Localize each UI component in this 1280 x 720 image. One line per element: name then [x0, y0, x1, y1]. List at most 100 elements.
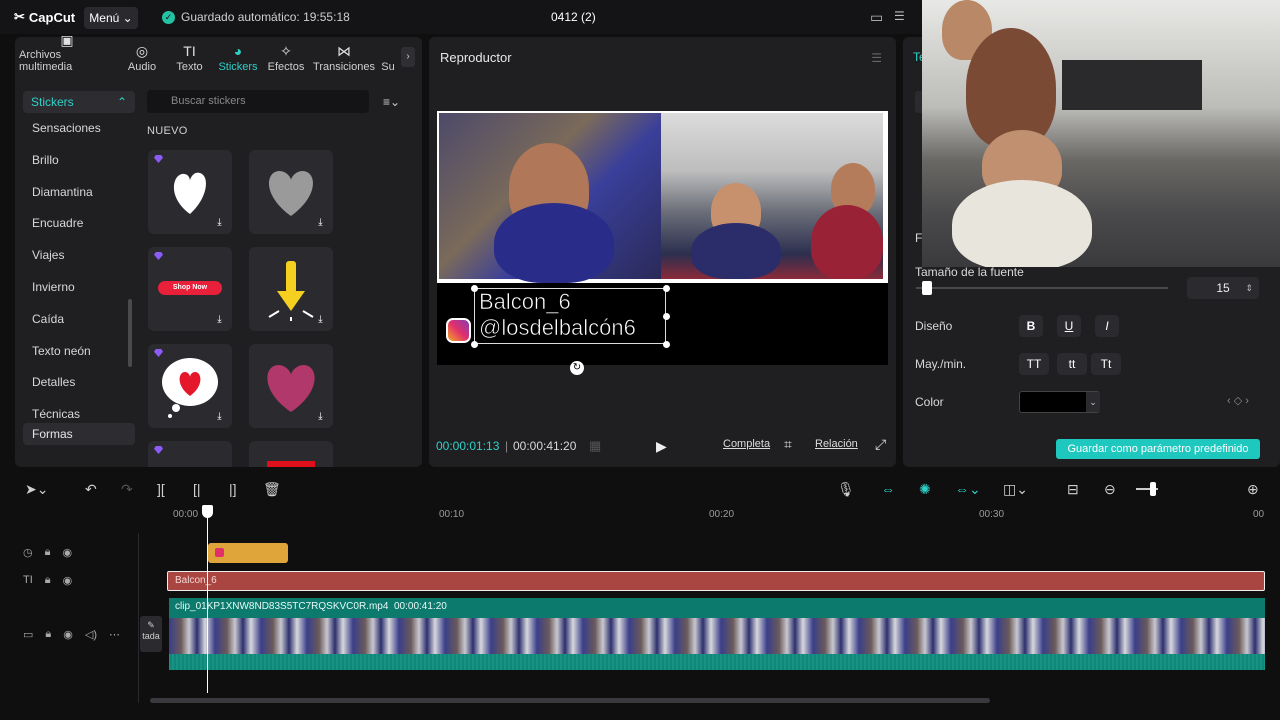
video-clip[interactable]: clip_01KP1XNW8ND83S5TC7RQSKVC0R.mp4 00:0…: [169, 598, 1265, 670]
tab-effects[interactable]: ✧ Efectos: [262, 37, 310, 73]
tab-subtitles[interactable]: Su: [378, 37, 398, 73]
lowercase-button[interactable]: tt: [1057, 353, 1087, 375]
uppercase-button[interactable]: TT: [1019, 353, 1049, 375]
category-item-selected[interactable]: Formas: [23, 423, 135, 446]
font-size-input[interactable]: 15 ⇕: [1187, 277, 1259, 299]
filter-icon[interactable]: ≡⌄: [383, 95, 400, 109]
resize-handle[interactable]: [471, 285, 478, 292]
rotate-icon[interactable]: ↻: [570, 361, 584, 375]
ratio-button[interactable]: Relación: [815, 438, 858, 450]
italic-button[interactable]: I: [1095, 315, 1119, 337]
microphone-icon[interactable]: 🎙: [837, 481, 855, 498]
tab-stickers[interactable]: ◕ Stickers: [214, 37, 262, 73]
category-item[interactable]: Técnicas: [23, 399, 135, 421]
project-title[interactable]: 0412 (2): [551, 10, 596, 24]
zoom-out-icon[interactable]: ⊖: [1104, 481, 1116, 498]
resize-handle[interactable]: [663, 313, 670, 320]
text-clip[interactable]: Balcon_6: [167, 571, 1265, 591]
search-input[interactable]: Buscar stickers: [147, 90, 369, 113]
sticker-white-heart[interactable]: ⤓: [148, 150, 232, 234]
sticker-yellow-arrow[interactable]: ⤓: [249, 247, 333, 331]
categories-scrollbar[interactable]: [128, 299, 132, 367]
color-picker[interactable]: ⌄: [1019, 391, 1100, 413]
category-item[interactable]: Brillo: [23, 145, 135, 177]
zoom-slider-knob[interactable]: [1150, 482, 1156, 496]
speaker-icon[interactable]: ◁): [85, 628, 97, 641]
timeline-ruler[interactable]: 00:00 00:10 00:20 00:30 00: [140, 505, 1280, 525]
download-icon[interactable]: ⤓: [314, 313, 327, 326]
download-icon[interactable]: ⤓: [213, 410, 226, 423]
save-preset-button[interactable]: Guardar como parámetro predefinido: [1056, 439, 1260, 459]
play-icon[interactable]: ▶: [656, 438, 667, 455]
font-size-slider-knob[interactable]: [922, 281, 932, 295]
tab-audio[interactable]: ◎ Audio: [119, 37, 165, 73]
sticker-grey-heart[interactable]: ⤓: [249, 150, 333, 234]
sticker-heart-cloud[interactable]: ⤓: [148, 344, 232, 428]
timeline-scrollbar[interactable]: [150, 698, 990, 703]
resize-handle[interactable]: [663, 341, 670, 348]
font-size-slider[interactable]: [916, 287, 1168, 289]
eye-icon[interactable]: ◉: [63, 628, 73, 641]
trim-right-icon[interactable]: |]: [229, 481, 237, 497]
delete-icon[interactable]: 🗑: [263, 481, 281, 498]
crop-icon[interactable]: ⌗: [784, 436, 792, 453]
tabs-next-arrow[interactable]: ›: [401, 47, 415, 67]
tab-media[interactable]: ▣ Archivos multimedia: [15, 32, 119, 73]
stepper-icon[interactable]: ⇕: [1245, 277, 1253, 299]
sticker-tile[interactable]: [148, 441, 232, 467]
download-icon[interactable]: ⤓: [314, 410, 327, 423]
magnet-icon[interactable]: ✺: [919, 481, 931, 498]
sticker-pink-heart[interactable]: ⤓: [249, 344, 333, 428]
snap-icon[interactable]: ⇔⌄: [955, 481, 981, 498]
text-overlay-box[interactable]: Balcon_6 @losdelbalcón6: [474, 288, 666, 344]
category-item[interactable]: Texto neón: [23, 336, 135, 368]
lock-icon[interactable]: 🔒︎: [45, 546, 51, 559]
category-item[interactable]: Viajes: [23, 240, 135, 272]
titlecase-button[interactable]: Tt: [1091, 353, 1121, 375]
download-icon[interactable]: ⤓: [314, 216, 327, 229]
sticker-tile[interactable]: [249, 441, 333, 467]
sticker-clip[interactable]: [208, 543, 288, 563]
caption-icon[interactable]: ⊟: [1067, 481, 1079, 498]
full-quality-button[interactable]: Completa: [723, 438, 770, 450]
hamburger-icon[interactable]: ☰: [871, 51, 882, 65]
more-icon[interactable]: ⋯: [109, 628, 120, 641]
preview-axis-icon[interactable]: ◫⌄: [1003, 481, 1028, 498]
resize-handle[interactable]: [471, 341, 478, 348]
playhead-handle[interactable]: [202, 505, 213, 518]
category-item[interactable]: Caída: [23, 304, 135, 336]
playhead[interactable]: [207, 505, 208, 693]
category-header[interactable]: Stickers ⌃: [23, 91, 135, 113]
category-item[interactable]: Detalles: [23, 367, 135, 399]
lock-icon[interactable]: 🔒︎: [45, 574, 51, 587]
eye-icon[interactable]: ◉: [62, 546, 72, 559]
fullscreen-icon[interactable]: ⤢: [875, 436, 886, 453]
tab-text[interactable]: TI Texto: [165, 37, 214, 73]
tab-transitions[interactable]: ⋈ Transiciones: [310, 37, 378, 73]
resize-handle[interactable]: [663, 285, 670, 292]
layout-icon[interactable]: ▭: [870, 9, 883, 26]
select-cursor-icon[interactable]: ➤⌄: [25, 481, 48, 498]
list-icon[interactable]: ☰: [894, 9, 905, 23]
split-icon[interactable]: ][: [157, 481, 165, 497]
video-preview[interactable]: Balcon_6 @losdelbalcón6 ↻: [437, 111, 888, 375]
grid-icon[interactable]: ▦: [589, 438, 601, 454]
cover-button[interactable]: ✎ tada: [140, 616, 162, 652]
keyframe-icon[interactable]: ‹ ◇ ›: [1227, 394, 1249, 407]
eye-icon[interactable]: ◉: [63, 574, 73, 587]
download-icon[interactable]: ⤓: [213, 313, 226, 326]
redo-icon[interactable]: ↷: [121, 481, 133, 498]
bold-button[interactable]: B: [1019, 315, 1043, 337]
zoom-in-icon[interactable]: ⊕: [1247, 481, 1259, 498]
category-item[interactable]: Diamantina: [23, 177, 135, 209]
underline-button[interactable]: U: [1057, 315, 1081, 337]
download-icon[interactable]: ⤓: [213, 216, 226, 229]
link-icon[interactable]: ⇔: [881, 481, 895, 497]
menu-button[interactable]: Menú ⌄: [84, 7, 138, 29]
category-item[interactable]: Encuadre: [23, 208, 135, 240]
sticker-shop-now[interactable]: Shop Now ⤓: [148, 247, 232, 331]
trim-left-icon[interactable]: [|: [193, 481, 201, 497]
lock-icon[interactable]: 🔒︎: [45, 628, 51, 641]
category-item[interactable]: Sensaciones: [23, 113, 135, 145]
undo-icon[interactable]: ↶: [85, 481, 97, 498]
